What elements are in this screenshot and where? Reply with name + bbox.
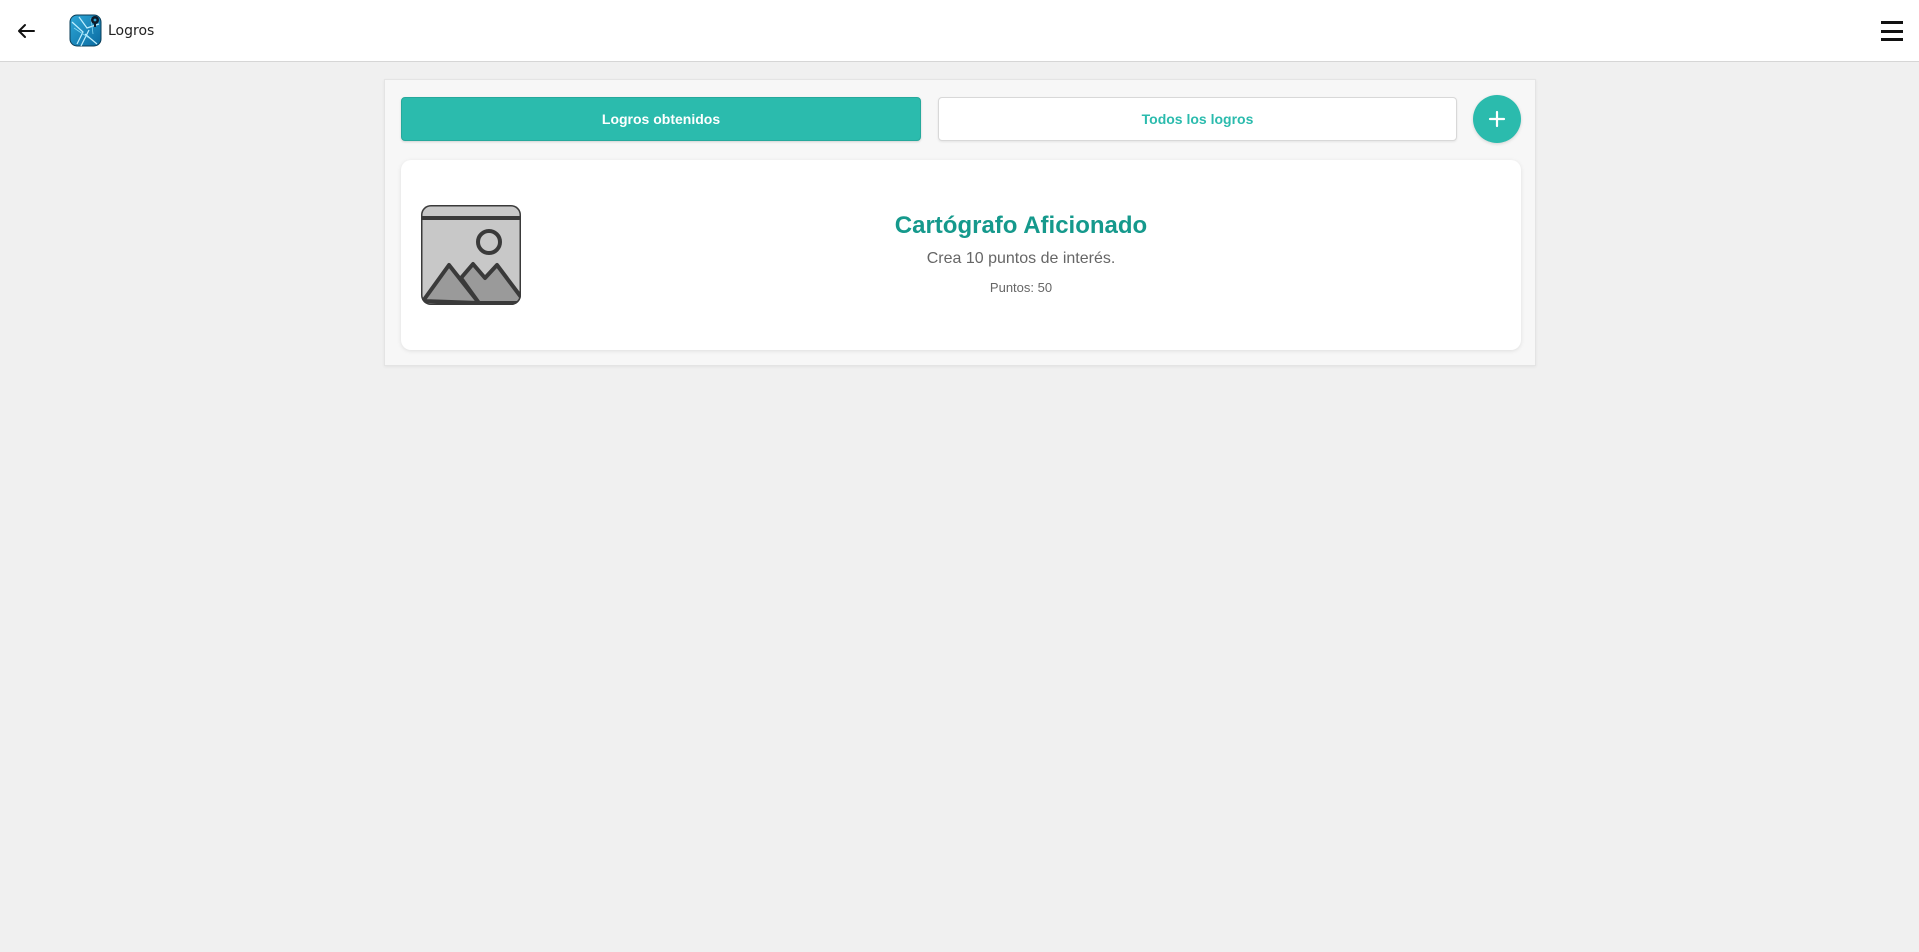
top-app-bar: Logros <box>0 0 1919 62</box>
add-achievement-button[interactable] <box>1473 95 1521 143</box>
app-logo-icon <box>69 14 102 47</box>
achievement-card[interactable]: Cartógrafo Aficionado Crea 10 puntos de … <box>401 160 1521 350</box>
hamburger-menu-icon[interactable] <box>1881 19 1905 43</box>
plus-icon <box>1488 110 1506 128</box>
achievement-title: Cartógrafo Aficionado <box>894 212 1148 239</box>
achievement-points: Puntos: 50 <box>989 280 1053 295</box>
image-placeholder-icon <box>421 205 521 305</box>
tab-all-achievements[interactable]: Todos los logros <box>938 97 1457 141</box>
achievement-description: Crea 10 puntos de interés. <box>926 250 1116 267</box>
achievement-details: Cartógrafo Aficionado Crea 10 puntos de … <box>551 212 1491 295</box>
back-button[interactable] <box>12 17 40 45</box>
arrow-left-icon <box>18 24 35 38</box>
page-title: Logros <box>108 23 155 39</box>
achievements-panel: Logros obtenidos Todos los logros Cartóg… <box>384 79 1536 366</box>
tab-obtained-achievements[interactable]: Logros obtenidos <box>401 97 921 141</box>
